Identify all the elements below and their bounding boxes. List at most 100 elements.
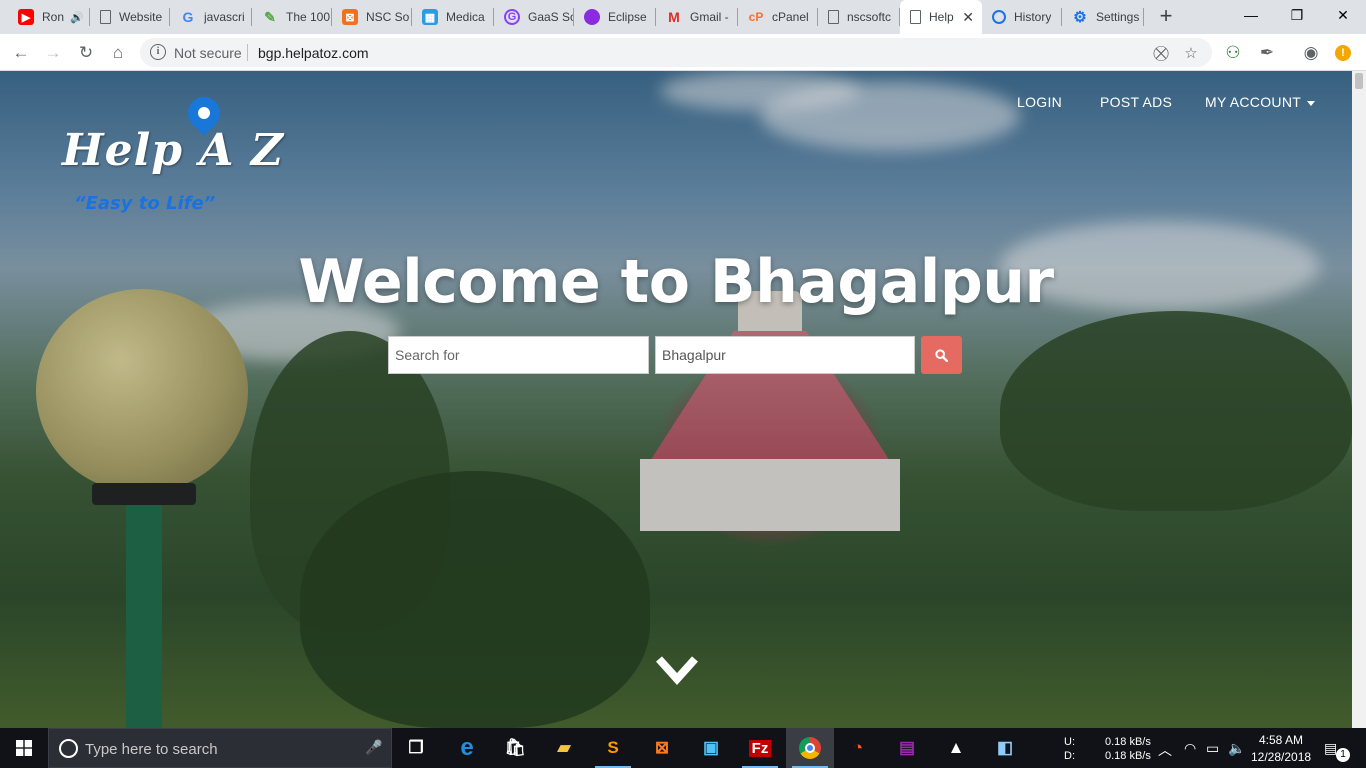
store-icon[interactable]: 🛍 bbox=[491, 728, 539, 768]
logo-tagline: “Easy to Life” bbox=[74, 193, 216, 214]
caret-down-icon bbox=[1307, 100, 1316, 106]
info-icon[interactable]: i bbox=[150, 44, 166, 60]
security-label[interactable]: Not secure bbox=[174, 45, 242, 61]
update-menu-icon[interactable]: ! bbox=[1330, 40, 1356, 66]
net-download-label: D: bbox=[1064, 750, 1075, 762]
tab-title: Gmail - bbox=[690, 10, 729, 24]
tab-title: NSC So bbox=[366, 10, 410, 24]
history-icon bbox=[992, 10, 1006, 24]
speaker-icon[interactable]: 🔊 bbox=[70, 11, 84, 24]
search-icon bbox=[935, 348, 948, 362]
logo-text: Help A Z bbox=[62, 125, 284, 176]
tab-the100[interactable]: ✎ The 100 bbox=[252, 0, 332, 34]
tab-medical[interactable]: ▦ Medica bbox=[412, 0, 494, 34]
page-scrollbar[interactable] bbox=[1352, 71, 1366, 728]
page-icon bbox=[828, 10, 839, 24]
hero-title: Welcome to Bhagalpur bbox=[298, 247, 1054, 317]
tab-title: javascri bbox=[204, 10, 245, 24]
tab-title: Ron bbox=[42, 10, 65, 24]
sublime-text-icon[interactable]: S bbox=[589, 728, 637, 768]
windows-logo-icon bbox=[16, 740, 32, 756]
task-view-icon[interactable]: ❐ bbox=[392, 728, 440, 768]
tab-nsc[interactable]: ⊠ NSC So bbox=[332, 0, 412, 34]
tab-title: The 100 bbox=[286, 10, 331, 24]
home-icon[interactable]: ⌂ bbox=[105, 40, 131, 66]
tab-website[interactable]: Website bbox=[90, 0, 170, 34]
bookmark-star-icon[interactable]: ☆ bbox=[1180, 42, 1202, 64]
gaas-icon: G bbox=[504, 9, 520, 25]
tab-strip: ▶ Ron 🔊 Website G javascri ✎ The 100 ⊠ N… bbox=[0, 0, 1366, 34]
login-link[interactable]: LOGIN bbox=[1017, 94, 1062, 110]
hero-page: Help A Z “Easy to Life” LOGIN POST ADS M… bbox=[0, 71, 1352, 728]
cpanel-icon: cP bbox=[748, 10, 764, 24]
xampp-icon[interactable]: ⊠ bbox=[638, 728, 686, 768]
battery-icon[interactable]: ▭ bbox=[1206, 740, 1219, 757]
new-tab-button[interactable]: + bbox=[1154, 5, 1178, 29]
gmail-icon: M bbox=[668, 9, 680, 25]
tab-gaas[interactable]: G GaaS Sc bbox=[494, 0, 574, 34]
control-panel-icon[interactable]: ▣ bbox=[687, 728, 735, 768]
tab-javascript[interactable]: G javascri bbox=[170, 0, 252, 34]
clock-date[interactable]: 12/28/2018 bbox=[1251, 750, 1311, 764]
search-input[interactable] bbox=[388, 336, 649, 374]
site-logo[interactable]: Help A Z “Easy to Life” bbox=[60, 90, 283, 214]
grid-icon: ▦ bbox=[422, 9, 438, 25]
tab-title: cPanel bbox=[772, 10, 809, 24]
address-bar[interactable]: i Not secure bgp.helpatoz.com ⛒ ☆ bbox=[140, 38, 1212, 67]
page-icon bbox=[100, 10, 111, 24]
wifi-icon[interactable]: ◠ bbox=[1184, 740, 1196, 757]
winrar-icon[interactable]: ▤ bbox=[883, 728, 931, 768]
google-icon: G bbox=[182, 9, 194, 25]
edge-icon[interactable]: e bbox=[443, 728, 491, 768]
volume-icon[interactable]: 🔈 bbox=[1228, 740, 1245, 757]
post-ads-link[interactable]: POST ADS bbox=[1100, 94, 1172, 110]
close-tab-icon[interactable]: ✕ bbox=[962, 9, 974, 26]
filezilla-icon[interactable]: Fz bbox=[736, 728, 784, 768]
scrollbar-thumb[interactable] bbox=[1355, 73, 1363, 89]
forward-arrow-icon[interactable]: → bbox=[40, 40, 66, 66]
net-upload-label: U: bbox=[1064, 736, 1075, 748]
close-window-button[interactable]: ✕ bbox=[1320, 0, 1366, 30]
tab-title: Settings bbox=[1096, 10, 1140, 24]
notes-app-icon[interactable]: ◧ bbox=[981, 728, 1029, 768]
tab-title: History bbox=[1014, 10, 1052, 24]
reload-icon[interactable]: ↻ bbox=[73, 40, 99, 66]
clock-time[interactable]: 4:58 AM bbox=[1259, 733, 1303, 747]
tab-settings[interactable]: ⚙ Settings bbox=[1062, 0, 1144, 34]
photos-icon[interactable]: ▲ bbox=[932, 728, 980, 768]
windows-start-button[interactable] bbox=[0, 728, 48, 768]
show-hidden-icons-chevron-icon[interactable]: ︿ bbox=[1158, 740, 1172, 760]
chrome-icon[interactable] bbox=[786, 728, 834, 768]
net-download-speed: 0.18 kB/s bbox=[1105, 750, 1151, 762]
blocked-popup-icon[interactable]: ⛒ bbox=[1150, 42, 1172, 64]
eyedropper-extension-icon[interactable]: ✒ bbox=[1254, 40, 1280, 66]
back-arrow-icon[interactable]: ← bbox=[8, 40, 34, 66]
tab-history[interactable]: History bbox=[982, 0, 1062, 34]
maximize-button[interactable]: ❐ bbox=[1274, 0, 1320, 30]
tab-cpanel[interactable]: cP cPanel bbox=[738, 0, 818, 34]
search-button[interactable] bbox=[921, 336, 962, 374]
file-explorer-icon[interactable]: ▰ bbox=[540, 728, 588, 768]
leaf-icon: ✎ bbox=[264, 8, 276, 25]
notification-count-badge: 1 bbox=[1336, 748, 1350, 762]
my-account-menu[interactable]: MY ACCOUNT bbox=[1205, 94, 1316, 110]
settings-icon: ⚙ bbox=[1073, 9, 1087, 26]
tab-help-active[interactable]: Help ✕ bbox=[900, 0, 982, 34]
browser-toolbar: ← → ↻ ⌂ i Not secure bgp.helpatoz.com ⛒ … bbox=[0, 34, 1366, 71]
taskbar-search-placeholder: Type here to search bbox=[85, 741, 218, 758]
tab-title: Help bbox=[929, 10, 954, 24]
speed-gauge-icon[interactable]: ◔ bbox=[834, 728, 882, 768]
tab-youtube[interactable]: ▶ Ron 🔊 bbox=[8, 0, 90, 34]
url-text[interactable]: bgp.helpatoz.com bbox=[258, 45, 369, 61]
tab-eclipse[interactable]: Eclipse bbox=[574, 0, 656, 34]
minimize-button[interactable]: — bbox=[1228, 0, 1274, 30]
tab-gmail[interactable]: M Gmail - bbox=[656, 0, 738, 34]
tab-title: Eclipse bbox=[608, 10, 647, 24]
tab-nscsoft[interactable]: nscsoftc bbox=[818, 0, 900, 34]
microphone-icon[interactable]: 🎤 bbox=[365, 739, 382, 756]
location-input[interactable] bbox=[655, 336, 915, 374]
taskbar-search-box[interactable]: Type here to search 🎤 bbox=[48, 728, 392, 768]
profile-avatar-icon[interactable]: ◉ bbox=[1298, 40, 1324, 66]
scroll-down-chevron-icon[interactable] bbox=[654, 653, 700, 689]
extension-icon[interactable]: ⚇ bbox=[1220, 40, 1246, 66]
